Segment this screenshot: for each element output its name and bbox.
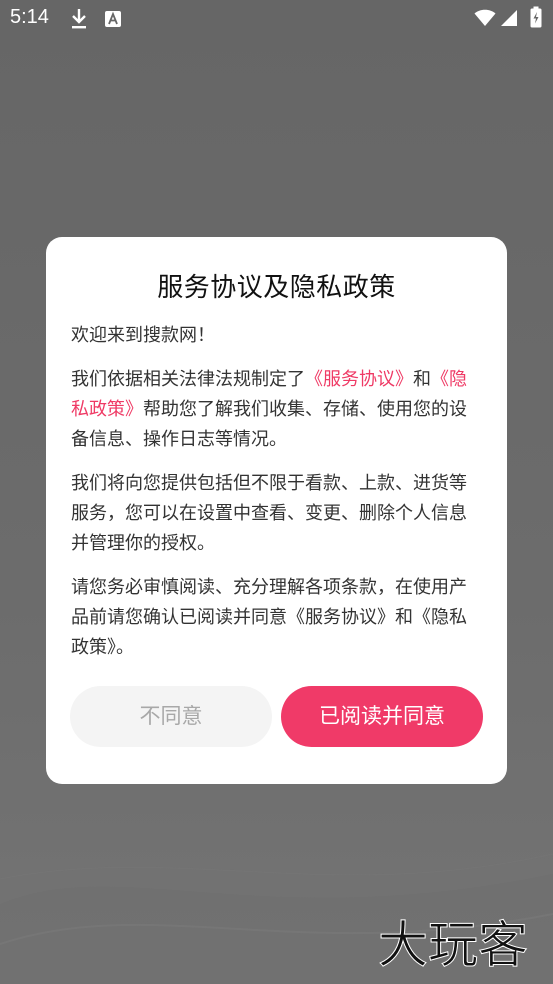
- svg-text:大玩客: 大玩客: [378, 916, 528, 974]
- dialog-title: 服务协议及隐私政策: [157, 273, 396, 303]
- policy-paragraph-1: 我们依据相关法律法规制定了《服务协议》和《隐私政策》帮助您了解我们收集、存储、使…: [71, 365, 483, 455]
- privacy-agreement-dialog: 服务协议及隐私政策 欢迎来到搜款网！ 我们依据相关法律法规制定了《服务协议》和《…: [46, 237, 507, 784]
- battery-charging-icon: [530, 6, 542, 28]
- policy-paragraph-3: 请您务必审慎阅读、充分理解各项条款，在使用产品前请您确认已阅读并同意《服务协议》…: [71, 577, 467, 658]
- download-icon: [72, 9, 86, 29]
- status-time: 5:14: [10, 6, 49, 28]
- greeting-text: 欢迎来到搜款网！: [71, 325, 215, 346]
- disagree-button[interactable]: 不同意: [70, 686, 272, 747]
- status-bar: 5:14: [0, 0, 553, 38]
- service-agreement-link[interactable]: 《服务协议》: [305, 369, 413, 390]
- watermark-logo: 大玩客: [378, 916, 529, 975]
- agree-button[interactable]: 已阅读并同意: [281, 686, 483, 747]
- para1-prefix: 我们依据相关法律法规制定了: [71, 369, 305, 390]
- signal-icon: [501, 10, 517, 26]
- text-a-icon: [105, 11, 121, 27]
- para1-and: 和: [413, 369, 431, 390]
- policy-paragraph-2: 我们将向您提供包括但不限于看款、上款、进货等服务，您可以在设置中查看、变更、删除…: [71, 473, 467, 554]
- wifi-icon: [474, 9, 496, 26]
- dialog-body: 欢迎来到搜款网！ 我们依据相关法律法规制定了《服务协议》和《隐私政策》帮助您了解…: [71, 321, 483, 677]
